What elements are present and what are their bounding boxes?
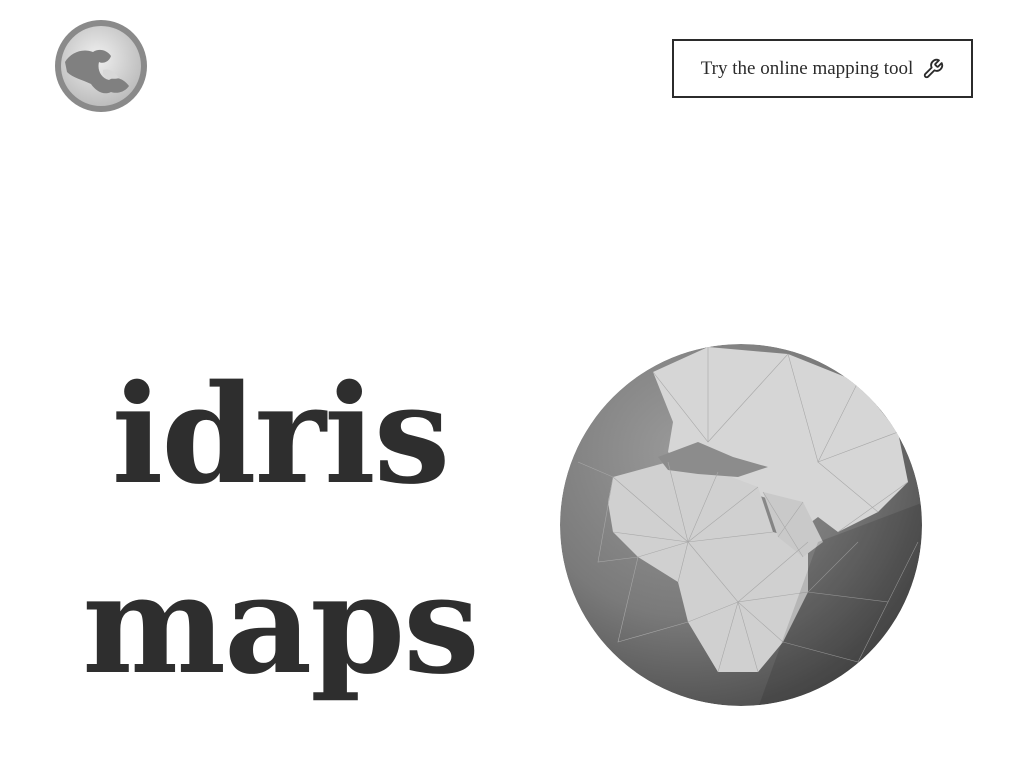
title-line-2: maps xyxy=(82,545,480,705)
low-poly-globe-illustration xyxy=(558,342,924,708)
globe-logo-icon xyxy=(55,20,147,112)
brand-title: idris maps xyxy=(80,340,480,720)
online-mapping-tool-button[interactable]: Try the online mapping tool xyxy=(672,39,973,98)
logo[interactable] xyxy=(53,18,149,114)
cta-label: Try the online mapping tool xyxy=(700,57,914,79)
title-line-1: idris xyxy=(111,355,451,515)
wrench-icon xyxy=(922,58,944,80)
